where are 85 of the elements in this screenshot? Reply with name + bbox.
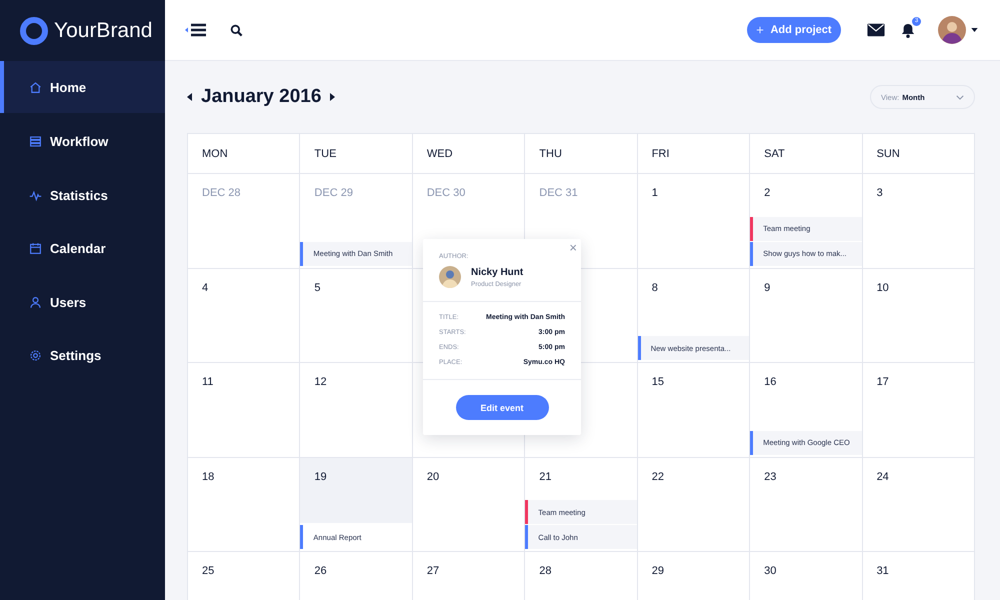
- chevron-icon: [956, 94, 964, 100]
- day-number: 30: [764, 565, 776, 577]
- day-cell[interactable]: 10: [862, 268, 975, 363]
- day-number: 9: [764, 282, 770, 294]
- weekday-header: WED: [412, 134, 526, 174]
- next-icon[interactable]: [330, 93, 336, 101]
- day-cell[interactable]: 27: [412, 552, 526, 600]
- day-number: 22: [652, 470, 664, 482]
- day-number: 24: [876, 470, 889, 482]
- sidebar-item[interactable]: Statistics: [0, 168, 165, 222]
- day-cell[interactable]: 3: [862, 174, 975, 268]
- day-cell[interactable]: 9: [750, 268, 863, 363]
- avatar[interactable]: [938, 16, 966, 44]
- day-cell[interactable]: 11: [188, 363, 300, 458]
- weekday-header: MON: [188, 134, 300, 174]
- add-project-button[interactable]: Add project: [747, 17, 841, 43]
- plus-icon: [756, 26, 764, 34]
- day-cell[interactable]: 5: [300, 268, 413, 363]
- day-cell[interactable]: 26: [300, 552, 413, 600]
- caret-icon[interactable]: [971, 28, 978, 32]
- day-cell[interactable]: 24: [862, 458, 975, 552]
- sidebar-item[interactable]: Calendar: [0, 222, 165, 276]
- day-number: 31: [876, 565, 889, 577]
- previous-icon[interactable]: [187, 93, 192, 101]
- day-number: 29: [652, 565, 664, 577]
- month-title: January 2016: [201, 86, 322, 108]
- user-icon: [29, 296, 42, 309]
- day-number: 18: [202, 470, 214, 482]
- day-number: 15: [652, 376, 664, 388]
- day-cell[interactable]: 23: [750, 458, 863, 552]
- pulse-icon: [29, 188, 42, 202]
- calendar-icon: [29, 242, 42, 256]
- day-cell[interactable]: 17: [862, 363, 975, 458]
- day-number: DEC 28: [202, 187, 241, 199]
- day-cell[interactable]: 25: [188, 552, 300, 600]
- day-number: 20: [426, 470, 440, 482]
- menu-icon[interactable]: [185, 23, 207, 37]
- day-number: 21: [539, 470, 552, 482]
- weekday-header: FRI: [638, 134, 750, 174]
- day-cell[interactable]: 15: [638, 363, 750, 458]
- day-number: 1: [652, 187, 658, 199]
- day-cell[interactable]: 4: [188, 268, 300, 363]
- search-icon[interactable]: [230, 24, 243, 36]
- day-number: 19: [314, 470, 327, 482]
- weekday-header: SAT: [750, 134, 863, 174]
- day-cell[interactable]: 22: [638, 458, 750, 552]
- bell-icon[interactable]: [901, 22, 915, 38]
- day-number: 16: [764, 376, 776, 388]
- day-number: 11: [202, 376, 214, 388]
- day-number: 27: [426, 565, 440, 577]
- mail-icon[interactable]: [867, 23, 885, 37]
- brand-name: YourBrand: [54, 18, 152, 42]
- day-number: 26: [314, 565, 327, 577]
- day-number: 25: [202, 565, 214, 577]
- day-number: 12: [314, 376, 327, 388]
- home-icon: [29, 80, 42, 94]
- sidebar-item[interactable]: Home: [0, 61, 165, 113]
- day-number: 28: [539, 565, 552, 577]
- sidebar-item[interactable]: Settings: [0, 329, 165, 382]
- weekday-header: TUE: [300, 134, 413, 174]
- day-number: 10: [876, 282, 889, 294]
- logo-icon: [20, 16, 48, 44]
- author-avatar: [439, 266, 461, 288]
- day-number: DEC 31: [539, 187, 578, 199]
- list-icon: [29, 135, 42, 148]
- day-number: 17: [876, 376, 889, 388]
- day-cell[interactable]: 29: [638, 552, 750, 600]
- day-number: 2: [764, 187, 770, 199]
- day-cell[interactable]: 28: [525, 552, 638, 600]
- day-cell[interactable]: 30: [750, 552, 863, 600]
- sidebar-item[interactable]: Workflow: [0, 115, 165, 168]
- day-number: DEC 29: [314, 187, 353, 199]
- day-number: 23: [764, 470, 776, 482]
- edit-event-button[interactable]: Edit event: [456, 395, 548, 420]
- day-cell[interactable]: 31: [862, 552, 975, 600]
- weekday-header: THU: [525, 134, 638, 174]
- sidebar-item[interactable]: Users: [0, 276, 165, 329]
- day-number: 4: [202, 282, 208, 294]
- day-number: DEC 30: [426, 187, 466, 199]
- day-number: 3: [876, 187, 883, 199]
- author-name: Nicky Hunt: [471, 266, 524, 278]
- day-number: 8: [652, 282, 658, 294]
- gear-icon: [29, 349, 42, 362]
- weekday-header: SUN: [862, 134, 975, 174]
- day-number: 5: [314, 282, 321, 294]
